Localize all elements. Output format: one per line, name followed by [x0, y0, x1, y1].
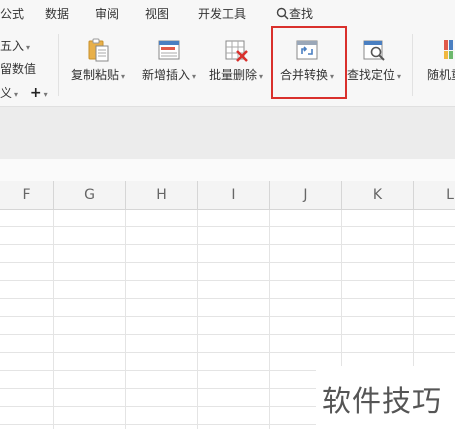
menu-bar: 公式 数据 审阅 视图 开发工具 查找 — [0, 0, 455, 26]
round-button[interactable]: 五入 ▾ — [0, 37, 30, 54]
column-header-bar: F G H I J K L — [0, 181, 455, 210]
clipboard-icon — [88, 38, 109, 62]
grid-line — [0, 316, 455, 317]
random-label: 随机重 — [426, 68, 455, 82]
menu-review[interactable]: 审阅 — [95, 5, 119, 22]
chevron-down-icon: ▾ — [121, 72, 126, 81]
chevron-down-icon: ▾ — [192, 72, 197, 81]
grid-line — [269, 210, 270, 429]
column-header-j[interactable]: J — [270, 181, 342, 209]
ribbon-toolbar: 五入 ▾ 留数值 义 ▾ + ▾ 复制粘贴 ▾ 新增插入 ▾ 批量删除 ▾ 合并… — [0, 26, 455, 107]
grid-line — [0, 280, 455, 281]
insert-label: 新增插入 — [141, 68, 190, 82]
custom-button[interactable]: 义 ▾ + ▾ — [0, 84, 48, 101]
grid-line — [125, 210, 126, 429]
menu-data[interactable]: 数据 — [45, 5, 69, 22]
menu-view[interactable]: 视图 — [145, 5, 169, 22]
column-header-i[interactable]: I — [198, 181, 270, 209]
round-label: 五入 — [0, 39, 25, 53]
batch-delete-button[interactable]: 批量删除 ▾ — [197, 34, 275, 94]
sheet-top-strip — [0, 159, 455, 182]
insert-rows-icon — [158, 40, 180, 60]
chevron-down-icon: ▾ — [14, 90, 19, 99]
grid-line — [53, 210, 54, 429]
grid-line — [0, 226, 455, 227]
search-icon — [276, 7, 289, 20]
grid-line — [0, 352, 455, 353]
random-button[interactable]: 随机重 — [415, 34, 455, 94]
grid-line — [0, 334, 455, 335]
separator — [412, 34, 413, 96]
plus-icon[interactable]: + — [30, 85, 42, 101]
keep-value-button[interactable]: 留数值 — [0, 60, 36, 77]
menu-formula[interactable]: 公式 — [0, 5, 24, 22]
grid-line — [0, 298, 455, 299]
random-icon — [444, 40, 453, 59]
column-header-k[interactable]: K — [342, 181, 414, 209]
grid-line — [0, 244, 455, 245]
formula-bar-area — [0, 107, 455, 159]
keep-value-label: 留数值 — [0, 62, 37, 76]
chevron-down-icon: ▾ — [259, 72, 264, 81]
chevron-down-icon: ▾ — [26, 43, 31, 52]
copy-paste-button[interactable]: 复制粘贴 ▾ — [59, 34, 137, 94]
column-header-h[interactable]: H — [126, 181, 198, 209]
custom-label: 义 — [0, 86, 13, 100]
find-locate-label: 查找定位 — [346, 68, 395, 82]
menu-search[interactable]: 查找 — [276, 5, 313, 22]
grid-line — [0, 262, 455, 263]
column-header-g[interactable]: G — [54, 181, 126, 209]
watermark: 软件技巧 — [316, 366, 455, 429]
chevron-down-icon: ▾ — [43, 90, 48, 99]
highlight-box — [271, 26, 347, 99]
column-header-f[interactable]: F — [0, 181, 54, 209]
column-header-l[interactable]: L — [414, 181, 455, 209]
watermark-text: 软件技巧 — [322, 384, 443, 418]
menu-developer[interactable]: 开发工具 — [198, 5, 246, 22]
menu-search-label: 查找 — [289, 7, 314, 21]
chevron-down-icon: ▾ — [397, 72, 402, 81]
batch-delete-label: 批量删除 — [208, 68, 257, 82]
grid-line — [197, 210, 198, 429]
copy-paste-label: 复制粘贴 — [70, 68, 119, 82]
delete-table-icon — [225, 40, 248, 62]
find-locate-icon — [363, 40, 385, 61]
